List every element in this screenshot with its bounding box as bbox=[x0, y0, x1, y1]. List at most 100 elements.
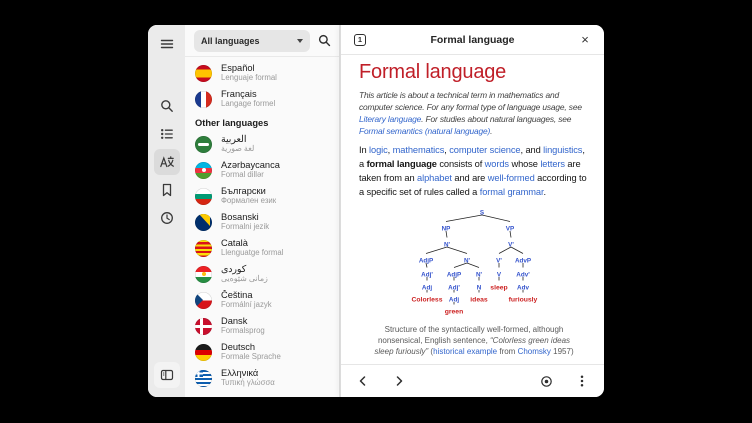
text-run: from bbox=[497, 347, 517, 356]
clock-icon bbox=[159, 210, 175, 226]
flag-cz-icon bbox=[195, 292, 212, 309]
language-item[interactable]: BosanskiFormalni jezik bbox=[185, 209, 339, 235]
language-list: EspañolLenguaje formal FrançaisLangage fo… bbox=[185, 57, 339, 397]
flag-ca-icon bbox=[195, 240, 212, 257]
language-subtitle: Formalni jezik bbox=[221, 223, 269, 232]
tree-node-label: N' bbox=[476, 272, 483, 279]
kebab-menu-icon bbox=[575, 374, 589, 388]
text-run: formal language bbox=[367, 159, 437, 169]
tab-counter-button[interactable]: 1 bbox=[349, 29, 371, 51]
flag-ar-icon bbox=[195, 136, 212, 153]
languages-icon bbox=[159, 154, 175, 170]
chevron-down-icon bbox=[297, 39, 303, 43]
language-subtitle: Langage formel bbox=[221, 100, 275, 109]
text-run: and are bbox=[452, 173, 488, 183]
inline-link[interactable]: words bbox=[485, 159, 509, 169]
tree-node-label: V bbox=[497, 272, 502, 279]
language-item[interactable]: العربيةلغة صورية bbox=[185, 131, 339, 157]
article-toolbar bbox=[341, 364, 604, 397]
tree-node-label: AdjP bbox=[447, 272, 461, 279]
tree-word-label: furiously bbox=[509, 297, 538, 304]
inline-link[interactable]: historical example bbox=[433, 347, 497, 356]
language-panel: All languages EspañolLenguaje formal Fran… bbox=[185, 25, 340, 397]
search-button[interactable] bbox=[154, 93, 180, 119]
inline-link[interactable]: Chomsky bbox=[518, 347, 551, 356]
inline-link[interactable]: alphabet bbox=[417, 173, 452, 183]
language-search-button[interactable] bbox=[312, 29, 336, 53]
language-item-texts: ČeštinaFormální jazyk bbox=[221, 290, 272, 310]
language-item[interactable]: AzərbaycancaFormal dillər bbox=[185, 157, 339, 183]
language-subtitle: Formal dillər bbox=[221, 171, 280, 180]
language-filter-dropdown[interactable]: All languages bbox=[194, 30, 310, 52]
language-item[interactable]: БългарскиФормален език bbox=[185, 183, 339, 209]
languages-button[interactable] bbox=[154, 149, 180, 175]
inline-link[interactable]: Literary language bbox=[359, 114, 421, 124]
text-run: In bbox=[359, 145, 369, 155]
main-menu-button[interactable] bbox=[154, 31, 180, 57]
flag-ba-icon bbox=[195, 214, 212, 231]
text-run: consists of bbox=[437, 159, 485, 169]
sidebar-toggle-icon bbox=[159, 367, 175, 383]
close-icon: × bbox=[581, 33, 589, 46]
language-filter-value: All languages bbox=[201, 36, 260, 46]
tree-node-label: N' bbox=[444, 242, 451, 249]
search-icon bbox=[317, 33, 332, 48]
language-subtitle: Formální jazyk bbox=[221, 301, 272, 310]
tree-node-label: V' bbox=[508, 242, 514, 249]
language-subtitle: لغة صورية bbox=[221, 145, 254, 154]
language-item-texts: БългарскиФормален език bbox=[221, 186, 276, 206]
language-item[interactable]: DeutschFormale Sprache bbox=[185, 339, 339, 365]
flag-de-icon bbox=[195, 344, 212, 361]
inline-link[interactable]: Formal semantics (natural language) bbox=[359, 126, 490, 136]
language-item[interactable]: ČeštinaFormální jazyk bbox=[185, 287, 339, 313]
tree-node-label: VP bbox=[506, 226, 514, 233]
language-subtitle: Formalsprog bbox=[221, 327, 265, 336]
inline-link[interactable]: formal grammar bbox=[480, 187, 544, 197]
flag-es-icon bbox=[195, 65, 212, 82]
back-button[interactable] bbox=[351, 369, 375, 393]
figure-caption: Structure of the syntactically well-form… bbox=[372, 325, 577, 357]
search-icon bbox=[159, 98, 175, 114]
left-rail bbox=[148, 25, 185, 397]
article-header: 1 Formal language × bbox=[341, 25, 604, 55]
more-options-button[interactable] bbox=[570, 369, 594, 393]
text-run: whose bbox=[509, 159, 540, 169]
inline-link[interactable]: letters bbox=[540, 159, 565, 169]
language-item-texts: EspañolLenguaje formal bbox=[221, 63, 277, 83]
hamburger-menu-icon bbox=[159, 36, 175, 52]
language-item-texts: ΕλληνικάΤυπική γλώσσα bbox=[221, 368, 275, 388]
language-subtitle: Lenguaje formal bbox=[221, 74, 277, 83]
language-item[interactable]: CatalàLlenguatge formal bbox=[185, 235, 339, 261]
inline-link[interactable]: mathematics bbox=[393, 145, 445, 155]
inline-link[interactable]: well-formed bbox=[488, 173, 535, 183]
tree-edge bbox=[446, 215, 482, 222]
syntax-tree-figure: SNPVPN'V'AdjPN'V'AdvPAdj'AdjPN'VAdv'AdjA… bbox=[359, 204, 589, 357]
language-item[interactable]: EspañolLenguaje formal bbox=[185, 60, 339, 86]
inline-link[interactable]: linguistics bbox=[543, 145, 582, 155]
tree-node-label: Adv bbox=[517, 285, 529, 292]
tree-node-label: Adj bbox=[422, 285, 432, 292]
list-icon bbox=[159, 126, 175, 142]
language-item-texts: كوردیزمانی شێوەیی bbox=[221, 264, 268, 284]
language-item[interactable]: FrançaisLangage formel bbox=[185, 86, 339, 112]
appearance-button[interactable] bbox=[534, 369, 558, 393]
forward-button[interactable] bbox=[387, 369, 411, 393]
sidebar-toggle-button[interactable] bbox=[154, 362, 180, 388]
language-subtitle: زمانی شێوەیی bbox=[221, 275, 268, 284]
inline-link[interactable]: logic bbox=[369, 145, 388, 155]
page-title: Formal language bbox=[359, 61, 589, 84]
close-button[interactable]: × bbox=[574, 29, 596, 51]
history-button[interactable] bbox=[154, 205, 180, 231]
inline-link[interactable]: computer science bbox=[449, 145, 520, 155]
language-item[interactable]: ΕλληνικάΤυπική γλώσσα bbox=[185, 365, 339, 391]
tree-node-label: AdjP bbox=[419, 258, 433, 265]
contents-list-button[interactable] bbox=[154, 121, 180, 147]
language-item-texts: العربيةلغة صورية bbox=[221, 134, 254, 154]
bookmarks-button[interactable] bbox=[154, 177, 180, 203]
text-run: . bbox=[543, 187, 545, 197]
article-body: Formal language This article is about a … bbox=[341, 55, 604, 364]
flag-fr-icon bbox=[195, 91, 212, 108]
language-item[interactable]: DanskFormalsprog bbox=[185, 313, 339, 339]
language-item[interactable]: كوردیزمانی شێوەیی bbox=[185, 261, 339, 287]
tree-node-label: S bbox=[480, 210, 484, 217]
